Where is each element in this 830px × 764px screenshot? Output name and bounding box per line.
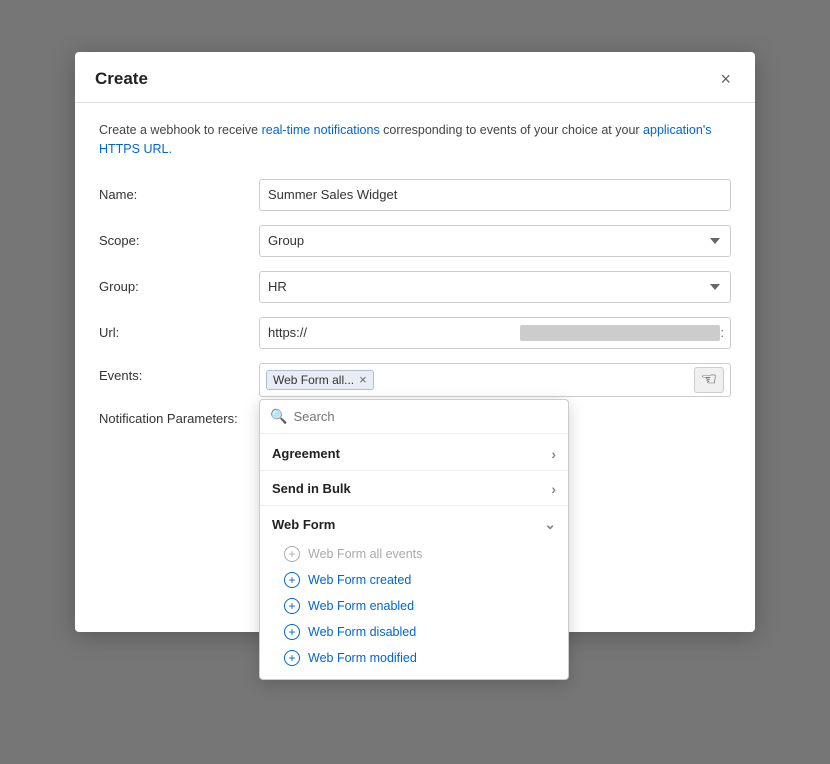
web-form-disabled-label: Web Form disabled <box>308 625 416 639</box>
send-in-bulk-chevron-icon: › <box>551 481 556 497</box>
modal-title: Create <box>95 69 148 89</box>
scope-select[interactable]: Group Account User <box>259 225 731 257</box>
url-colon: : <box>720 325 730 340</box>
url-input[interactable] <box>260 318 516 348</box>
url-link[interactable]: application's HTTPS URL. <box>99 123 711 156</box>
web-form-all-events-label: Web Form all events <box>308 547 422 561</box>
web-form-created-item[interactable]: + Web Form created <box>260 567 568 593</box>
web-form-disabled-item[interactable]: + Web Form disabled <box>260 619 568 645</box>
name-input[interactable] <box>259 179 731 211</box>
divider-2 <box>260 505 568 506</box>
agreement-chevron-icon: › <box>551 446 556 462</box>
events-dropdown-button[interactable]: ☜ <box>694 367 724 393</box>
url-blurred-value <box>520 325 720 341</box>
events-label: Events: <box>99 363 259 383</box>
real-time-link[interactable]: real-time notifications <box>262 123 380 137</box>
web-form-all-events-item[interactable]: + Web Form all events <box>260 541 568 567</box>
web-form-all-events-plus-icon: + <box>284 546 300 562</box>
event-tag-label: Web Form all... <box>273 373 354 387</box>
web-form-enabled-label: Web Form enabled <box>308 599 414 613</box>
close-button[interactable]: × <box>716 68 735 90</box>
create-modal: Create × Create a webhook to receive rea… <box>75 52 755 632</box>
search-input[interactable] <box>293 409 558 424</box>
web-form-created-label: Web Form created <box>308 573 411 587</box>
name-label: Name: <box>99 187 259 202</box>
scope-label: Scope: <box>99 233 259 248</box>
search-box: 🔍 <box>260 400 568 434</box>
web-form-modified-plus-icon: + <box>284 650 300 666</box>
url-row: Url: : <box>99 317 731 349</box>
name-row: Name: <box>99 179 731 211</box>
web-form-disabled-plus-icon: + <box>284 624 300 640</box>
agreement-group-label: Agreement <box>272 446 340 461</box>
divider-1 <box>260 470 568 471</box>
group-select[interactable]: HR Marketing Sales <box>259 271 731 303</box>
agreement-group-header[interactable]: Agreement › <box>260 438 568 468</box>
group-row: Group: HR Marketing Sales <box>99 271 731 303</box>
events-row: Events: Web Form all... × ☜ 🔍 <box>99 363 731 397</box>
events-dropdown-panel: 🔍 Agreement › Send in Bulk <box>259 399 569 680</box>
search-icon: 🔍 <box>270 408 287 425</box>
web-form-modified-item[interactable]: + Web Form modified <box>260 645 568 671</box>
modal-body: Create a webhook to receive real-time no… <box>75 103 755 632</box>
web-form-group-label: Web Form <box>272 517 335 532</box>
send-in-bulk-group-header[interactable]: Send in Bulk › <box>260 473 568 503</box>
web-form-created-plus-icon: + <box>284 572 300 588</box>
web-form-enabled-plus-icon: + <box>284 598 300 614</box>
notif-params-label: Notification Parameters: <box>99 411 259 426</box>
url-label: Url: <box>99 325 259 340</box>
events-container: Web Form all... × ☜ 🔍 <box>259 363 731 397</box>
group-label: Group: <box>99 279 259 294</box>
description-text: Create a webhook to receive real-time no… <box>99 121 731 159</box>
scope-row: Scope: Group Account User <box>99 225 731 257</box>
web-form-enabled-item[interactable]: + Web Form enabled <box>260 593 568 619</box>
events-input: Web Form all... × ☜ <box>259 363 731 397</box>
event-tag: Web Form all... × <box>266 370 374 390</box>
web-form-group-items: + Web Form all events + Web Form created… <box>260 539 568 675</box>
url-input-wrapper: : <box>259 317 731 349</box>
web-form-chevron-icon: ⌄ <box>544 516 556 533</box>
send-in-bulk-group-label: Send in Bulk <box>272 481 351 496</box>
event-tag-close[interactable]: × <box>359 373 367 386</box>
dropdown-list: Agreement › Send in Bulk › Web Form <box>260 434 568 679</box>
modal-header: Create × <box>75 52 755 103</box>
web-form-modified-label: Web Form modified <box>308 651 417 665</box>
web-form-group-header[interactable]: Web Form ⌄ <box>260 508 568 539</box>
hand-icon: ☜ <box>701 369 717 390</box>
